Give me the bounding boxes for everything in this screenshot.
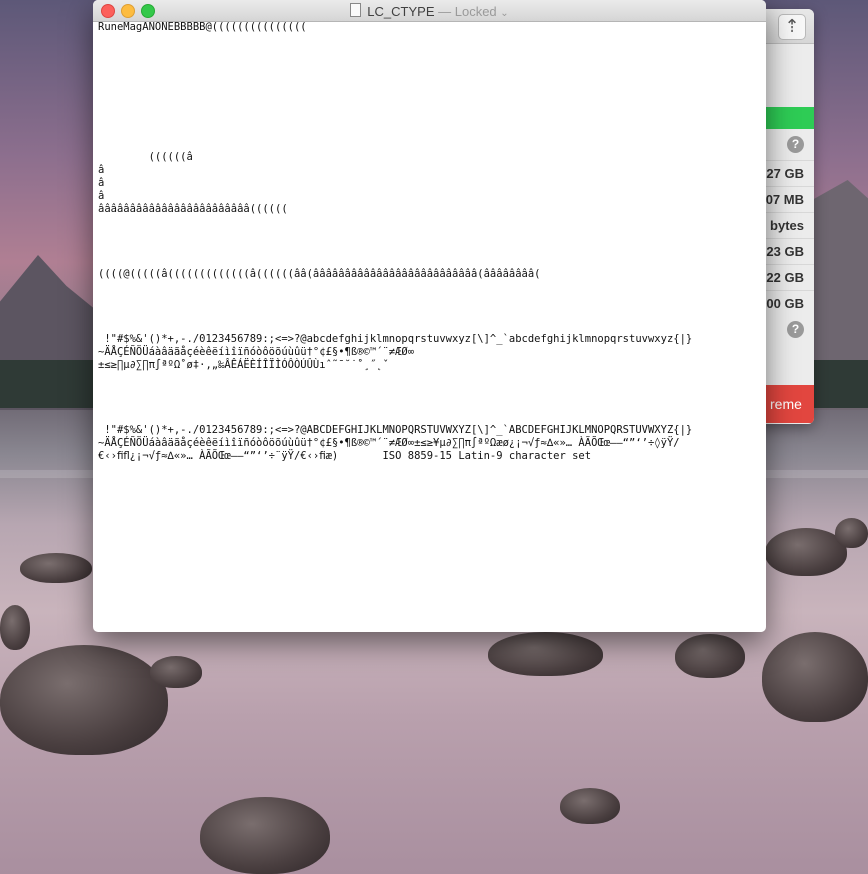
text-line: â: [98, 164, 105, 176]
info-value: 23 GB: [766, 244, 804, 259]
info-value: 00 GB: [766, 296, 804, 311]
text-line: [98, 60, 760, 73]
title-bar[interactable]: LC_CTYPE — Locked ⌄: [93, 0, 766, 22]
rock: [488, 632, 603, 676]
text-line: [98, 307, 760, 320]
info-value: 27 GB: [766, 166, 804, 181]
text-line: ~ÄÅÇÉÑÖÜáàâäãåçéèêëíìîïñóòôöõúùûü†°¢£§•¶…: [98, 437, 680, 449]
document-icon: [350, 3, 362, 17]
share-icon[interactable]: ⇡: [778, 14, 806, 40]
text-line: ((((@(((((â(((((((((((((â((((((ââ(ââââââ…: [98, 268, 541, 280]
rock: [0, 605, 30, 650]
text-line: [98, 73, 760, 86]
text-editor[interactable]: RuneMagANONEBBBBB@((((((((((((((( ((((((…: [98, 21, 760, 632]
text-line: [98, 229, 760, 242]
text-line: [98, 320, 760, 333]
chevron-down-icon[interactable]: ⌄: [500, 8, 508, 19]
locked-status: — Locked: [438, 4, 497, 19]
rock: [200, 797, 330, 874]
window-title-text: LC_CTYPE: [367, 4, 435, 19]
text-line: [98, 398, 760, 411]
help-icon[interactable]: ?: [787, 321, 804, 338]
text-line: [98, 294, 760, 307]
text-line: !"#$%&'()*+,-./0123456789:;<=>?@ABCDEFGH…: [98, 424, 693, 436]
text-line: RuneMagANONEBBBBB@(((((((((((((((: [98, 21, 307, 33]
text-line: [98, 411, 760, 424]
rock: [150, 656, 202, 688]
text-line: [98, 255, 760, 268]
text-line: [98, 385, 760, 398]
text-line: €‹›ﬁﬂ¿¡¬√ƒ≈∆«»… ÀÃÕŒœ–—“”‘’÷¨ÿŸ/€‹›ﬁæ) I…: [98, 450, 592, 462]
rock: [0, 645, 168, 755]
rock: [762, 632, 868, 722]
rock: [20, 553, 92, 583]
text-line: [98, 125, 760, 138]
text-line: !"#$%&'()*+,-./0123456789:;<=>?@abcdefgh…: [98, 333, 693, 345]
text-line: [98, 242, 760, 255]
info-value: 07 MB: [765, 192, 804, 207]
text-line: [98, 99, 760, 112]
text-line: [98, 34, 760, 47]
text-line: [98, 86, 760, 99]
help-icon[interactable]: ?: [787, 136, 804, 153]
rock: [835, 518, 868, 548]
info-value: 22 GB: [766, 270, 804, 285]
text-line: ±≤≥∏µ∂∑∏π∫ªºΩ˚ø‡·‚„‰ÂÊÁËÈÍÎÏÌÓÔÒÚÛÙıˆ˜¯˘…: [98, 359, 389, 371]
text-line: [98, 112, 760, 125]
text-line: [98, 372, 760, 385]
document-window[interactable]: LC_CTYPE — Locked ⌄ RuneMagANONEBBBBB@((…: [93, 0, 766, 632]
text-line: [98, 216, 760, 229]
text-line: [98, 47, 760, 60]
window-title[interactable]: LC_CTYPE — Locked ⌄: [93, 3, 766, 19]
text-line: ((((((â: [98, 151, 193, 163]
text-line: [98, 138, 760, 151]
rock: [675, 634, 745, 678]
text-line: ââââââââââââââââââââââââ((((((: [98, 203, 288, 215]
rock: [560, 788, 620, 824]
text-line: â: [98, 177, 105, 189]
info-value: bytes: [770, 218, 804, 233]
text-line: [98, 281, 760, 294]
text-line: â: [98, 190, 105, 202]
text-line: ~ÄÅÇÉÑÖÜáàâäãåçéèêëíìîïñóòôöõúùûü†°¢£§•¶…: [98, 346, 415, 358]
